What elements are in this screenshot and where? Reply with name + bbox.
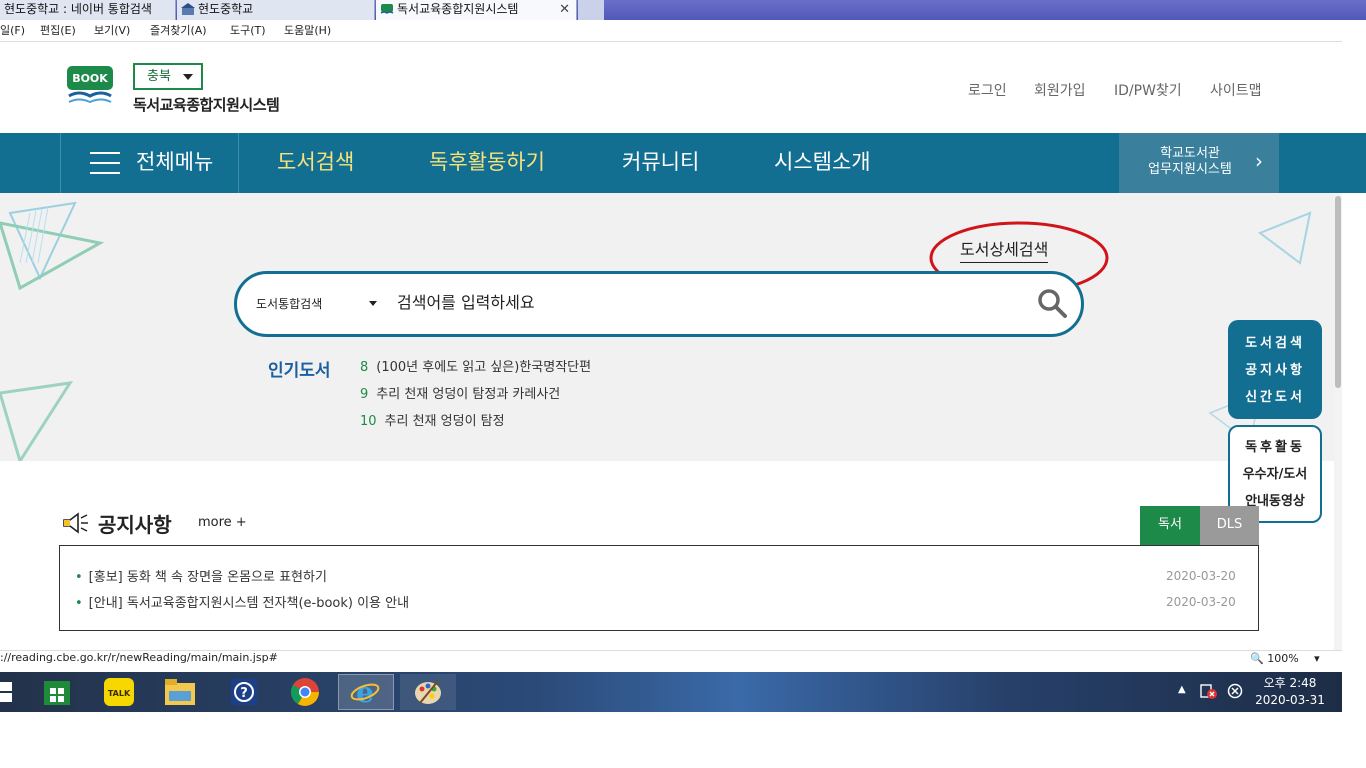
book-favicon-icon	[380, 4, 394, 14]
chevron-down-icon: ▾	[1314, 652, 1320, 665]
rank-number: 10	[360, 414, 377, 429]
new-tab-button[interactable]	[578, 0, 604, 20]
windows-taskbar	[0, 672, 1342, 712]
megaphone-icon	[63, 512, 88, 534]
rank-number: 8	[360, 360, 369, 375]
store-icon[interactable]	[42, 677, 72, 707]
login-link[interactable]: 로그인	[968, 80, 1007, 100]
notice-text: [홍보] 동화 책 속 장면을 온몸으로 표현하기	[88, 570, 327, 585]
nav-community[interactable]: 커뮤니티	[622, 133, 699, 193]
show-hidden-icons-icon[interactable]: ▲	[1178, 684, 1186, 695]
zoom-level: 100%	[1267, 652, 1299, 665]
menu-file[interactable]: 일(F)	[0, 20, 25, 42]
school-library-system-button[interactable]: 학교도서관 업무지원시스템 ›	[1119, 133, 1279, 193]
network-warning-icon[interactable]	[1200, 683, 1218, 699]
book-title: (100년 후에도 읽고 싶은)한국명작단편	[376, 360, 592, 375]
volume-muted-icon[interactable]	[1227, 683, 1243, 699]
book-title: 추리 천재 엉덩이 탐정과 카레사건	[376, 387, 561, 402]
school-favicon-icon	[181, 3, 195, 15]
chevron-down-icon	[183, 74, 193, 80]
search-icon[interactable]	[1036, 287, 1068, 319]
signup-link[interactable]: 회원가입	[1034, 80, 1086, 100]
nav-reading-activities[interactable]: 독후활동하기	[429, 133, 545, 193]
windows-start-icon[interactable]	[0, 680, 14, 704]
tab-reading[interactable]: 독서	[1140, 506, 1200, 545]
quick-notices[interactable]: 공지사항	[1228, 357, 1322, 384]
region-select[interactable]: 충북	[133, 63, 203, 90]
internet-explorer-icon: e	[350, 677, 380, 707]
quick-book-search[interactable]: 도서검색	[1228, 330, 1322, 357]
notice-date: 2020-03-20	[1166, 569, 1236, 583]
quick-reading-activity[interactable]: 독후활동	[1230, 434, 1320, 461]
tab-label: 현도중학교	[198, 2, 254, 16]
search-type-select[interactable]: 도서통합검색	[256, 295, 322, 312]
all-menu-button[interactable]: 전체메뉴	[60, 133, 239, 193]
menu-favorites[interactable]: 즐겨찾기(A)	[150, 20, 207, 42]
notice-text: [안내] 독서교육종합지원시스템 전자책(e-book) 이용 안내	[88, 596, 410, 611]
notice-list	[59, 545, 1259, 631]
find-id-pw-link[interactable]: ID/PW찾기	[1114, 80, 1182, 100]
browser-menu-bar: 일(F) 편집(E) 보기(V) 즐겨찾기(A) 도구(T) 도움말(H)	[0, 20, 1342, 42]
svg-text:?: ?	[240, 686, 248, 701]
file-explorer-icon[interactable]	[163, 677, 197, 707]
system-clock[interactable]: 오후 2:48 2020-03-31	[1250, 675, 1330, 709]
book-logo-icon[interactable]: BOOK	[67, 66, 113, 104]
lib-line2: 업무지원시스템	[1148, 162, 1232, 177]
kakaotalk-icon[interactable]: TALK	[103, 677, 135, 707]
sitemap-link[interactable]: 사이트맵	[1210, 80, 1262, 100]
notice-item[interactable]: • [안내] 독서교육종합지원시스템 전자책(e-book) 이용 안내	[75, 592, 409, 611]
region-value: 충북	[147, 69, 171, 84]
site-title[interactable]: 독서교육종합지원시스템	[133, 94, 280, 115]
browser-tab[interactable]: 현도중학교	[177, 0, 375, 20]
tab-label: 독서교육종합지원시스템	[397, 2, 519, 16]
quick-new-books[interactable]: 신간도서	[1228, 384, 1322, 411]
browser-tab-active[interactable]: 독서교육종합지원시스템 ✕	[376, 0, 577, 20]
scrollbar-thumb[interactable]	[1335, 196, 1341, 388]
quick-menu-primary: 도서검색 공지사항 신간도서	[1228, 320, 1322, 419]
bullet-icon: •	[75, 570, 83, 585]
book-title: 추리 천재 엉덩이 탐정	[384, 414, 505, 429]
popular-book-item[interactable]: 8 (100년 후에도 읽고 싶은)한국명작단편	[360, 356, 591, 375]
status-url: ://reading.cbe.go.kr/r/newReading/main/m…	[0, 651, 278, 664]
paint-palette-icon	[415, 680, 441, 704]
zoom-control[interactable]: 🔍 100% ▾	[1250, 652, 1320, 665]
all-menu-label: 전체메뉴	[136, 150, 214, 174]
notice-date: 2020-03-20	[1166, 595, 1236, 609]
notice-title: 공지사항	[98, 513, 172, 537]
close-tab-icon[interactable]: ✕	[559, 0, 570, 19]
help-icon[interactable]: ?	[229, 677, 259, 707]
tab-label: 현도중학교 : 네이버 통합검색	[4, 2, 152, 16]
popular-books-title: 인기도서	[268, 361, 331, 381]
popular-book-item[interactable]: 9 추리 천재 엉덩이 탐정과 카레사건	[360, 383, 560, 402]
lib-line1: 학교도서관	[1160, 146, 1220, 161]
svg-text:e: e	[356, 677, 374, 707]
menu-help[interactable]: 도움말(H)	[284, 20, 331, 42]
notice-more-link[interactable]: more +	[198, 515, 247, 530]
tab-dls[interactable]: DLS	[1200, 506, 1259, 545]
browser-tab[interactable]: 현도중학교 : 네이버 통합검색	[0, 0, 176, 20]
svg-text:BOOK: BOOK	[72, 72, 108, 85]
menu-tools[interactable]: 도구(T)	[230, 20, 266, 42]
nav-system-intro[interactable]: 시스템소개	[774, 133, 871, 193]
search-input[interactable]	[397, 289, 1017, 315]
chevron-down-icon	[369, 301, 377, 306]
chrome-icon[interactable]	[289, 676, 321, 708]
hamburger-menu-icon	[90, 152, 120, 174]
chevron-right-icon: ›	[1255, 149, 1263, 173]
notice-item[interactable]: • [홍보] 동화 책 속 장면을 온몸으로 표현하기	[75, 566, 327, 585]
menu-view[interactable]: 보기(V)	[94, 20, 130, 42]
popular-book-item[interactable]: 10 추리 천재 엉덩이 탐정	[360, 410, 505, 429]
zoom-icon: 🔍	[1250, 652, 1264, 665]
menu-edit[interactable]: 편집(E)	[40, 20, 76, 42]
clock-date: 2020-03-31	[1255, 693, 1325, 707]
nav-book-search[interactable]: 도서검색	[277, 133, 354, 193]
rank-number: 9	[360, 387, 369, 402]
clock-time: 오후 2:48	[1263, 676, 1317, 690]
svg-text:TALK: TALK	[108, 689, 131, 698]
quick-excellent-readers[interactable]: 우수자/도서	[1230, 461, 1320, 488]
bullet-icon: •	[75, 596, 83, 611]
